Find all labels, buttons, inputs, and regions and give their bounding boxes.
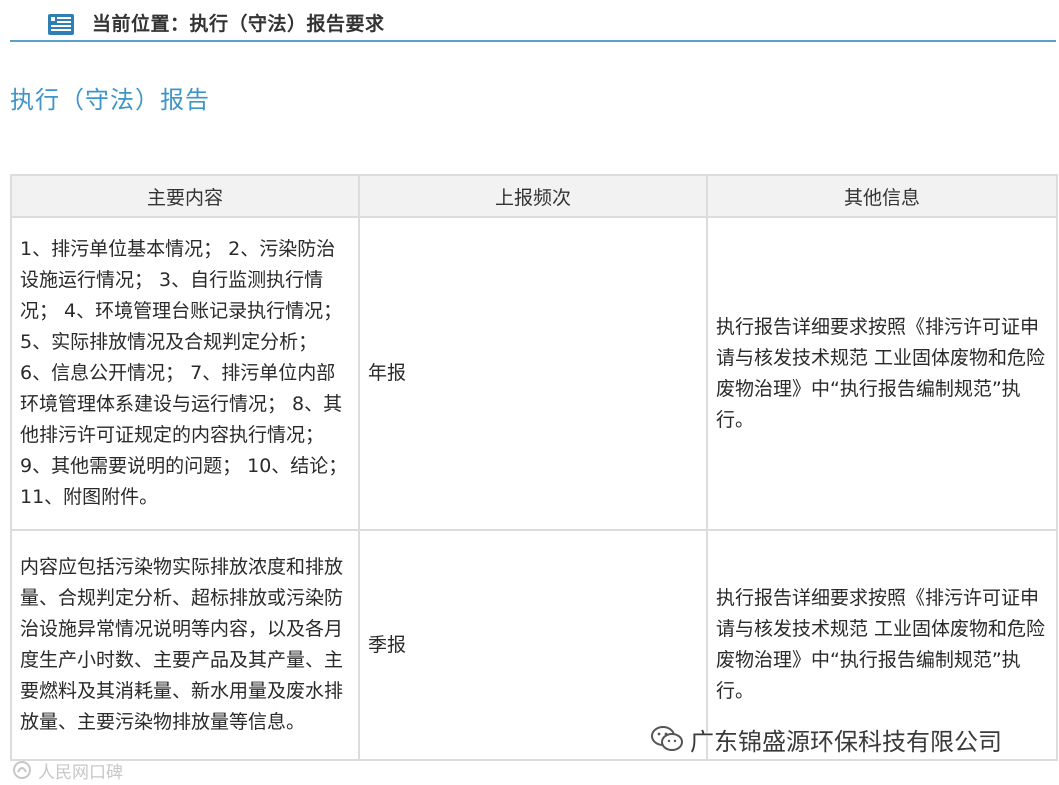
document-list-icon bbox=[48, 14, 74, 35]
column-header-frequency: 上报频次 bbox=[358, 174, 708, 218]
cell-frequency: 年报 bbox=[358, 216, 708, 531]
cell-content: 1、排污单位基本情况； 2、污染防治设施运行情况； 3、自行监测执行情况； 4、… bbox=[10, 216, 360, 531]
cell-content: 内容应包括污染物实际排放浓度和排放量、合规判定分析、超标排放或污染防治设施异常情… bbox=[10, 529, 360, 761]
table-row: 1、排污单位基本情况； 2、污染防治设施运行情况； 3、自行监测执行情况； 4、… bbox=[10, 216, 1058, 531]
column-header-other: 其他信息 bbox=[706, 174, 1058, 218]
source-watermark: 人民网口碑 bbox=[12, 759, 123, 783]
table-header-row: 主要内容 上报频次 其他信息 bbox=[10, 174, 1058, 218]
brand-icon bbox=[13, 761, 31, 779]
cell-other: 执行报告详细要求按照《排污许可证申请与核发技术规范 工业固体废物和危险废物治理》… bbox=[706, 216, 1058, 531]
column-header-content: 主要内容 bbox=[10, 174, 360, 218]
location-bar: 当前位置：执行（守法）报告要求 bbox=[10, 0, 1056, 42]
wechat-icon bbox=[651, 726, 683, 751]
breadcrumb: 当前位置：执行（守法）报告要求 bbox=[92, 13, 385, 35]
source-watermark-text: 人民网口碑 bbox=[38, 762, 123, 783]
page-title: 执行（守法）报告 bbox=[10, 86, 210, 114]
company-watermark: 广东锦盛源环保科技有限公司 bbox=[650, 722, 1002, 756]
report-requirements-table: 主要内容 上报频次 其他信息 1、排污单位基本情况； 2、污染防治设施运行情况；… bbox=[10, 174, 1058, 761]
company-watermark-text: 广东锦盛源环保科技有限公司 bbox=[690, 727, 1002, 756]
